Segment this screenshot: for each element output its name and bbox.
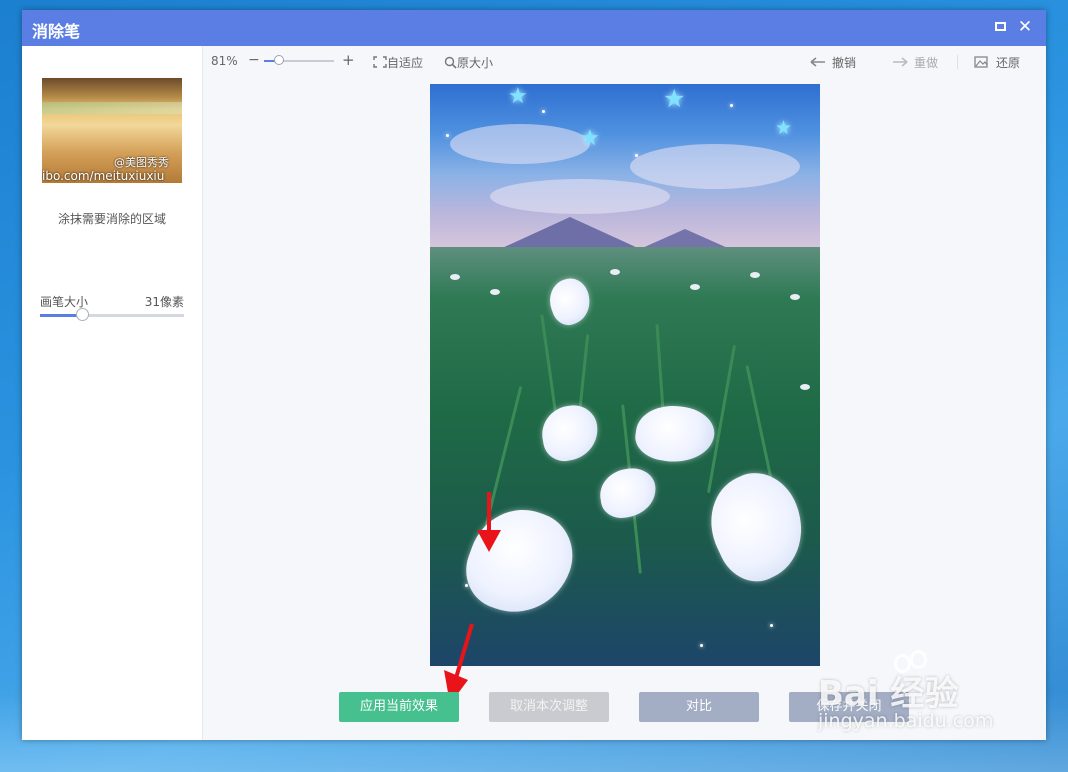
fit-button[interactable]: 自适应 (373, 54, 423, 71)
source-thumbnail: @美图秀秀 ibo.com/meituxiuxiu (42, 78, 182, 183)
star-icon: ★ (775, 117, 793, 139)
photo-distant-lily (610, 269, 620, 275)
watermark-brand: Bai 经验 (818, 674, 959, 714)
thumbnail-watermark-handle: @美图秀秀 (114, 156, 169, 169)
undo-button[interactable]: 撤销 (810, 54, 856, 71)
photo-mountain (500, 217, 640, 249)
left-panel: @美图秀秀 ibo.com/meituxiuxiu 涂抹需要消除的区域 画笔大小… (22, 46, 203, 740)
title-bar[interactable]: 消除笔 ✕ (22, 10, 1046, 46)
zoom-value: 81% (211, 54, 238, 68)
zoom-slider[interactable] (264, 55, 334, 65)
paw-icon (894, 654, 911, 673)
fit-label: 自适应 (387, 56, 424, 70)
zoom-slider-handle[interactable] (274, 55, 285, 65)
photo-sparkle (542, 110, 545, 113)
image-restore-icon (974, 56, 988, 68)
photo-distant-lily (800, 384, 810, 390)
zoom-out-button[interactable]: − (248, 52, 260, 68)
arrow-left-icon (810, 57, 825, 67)
fit-screen-icon (373, 56, 387, 68)
photo-sparkle (730, 104, 733, 107)
redo-button[interactable]: 重做 (892, 54, 938, 71)
original-size-label: 原大小 (457, 56, 494, 70)
photo-sparkle (770, 624, 773, 627)
erase-hint: 涂抹需要消除的区域 (57, 212, 166, 226)
photo-cloud (490, 179, 670, 214)
photo-distant-lily (490, 289, 500, 295)
photo-sparkle (635, 154, 638, 157)
close-icon: ✕ (1017, 17, 1033, 37)
apply-effect-button[interactable]: 应用当前效果 (339, 692, 459, 722)
close-button[interactable]: ✕ (1016, 18, 1034, 36)
original-size-button[interactable]: 原大小 (444, 54, 493, 71)
star-icon: ★ (508, 84, 528, 109)
eraser-pen-window: 消除笔 ✕ @美图秀秀 ibo.com/meituxiuxiu 涂抹需要消除的区… (22, 10, 1046, 740)
watermark-url: jingyan.baidu.com (818, 710, 994, 732)
toolbar-divider (957, 55, 958, 69)
brush-size-slider[interactable] (40, 308, 184, 321)
brush-size-value: 31像素 (144, 295, 184, 309)
photo-cloud (450, 124, 590, 164)
photo-distant-lily (450, 274, 460, 280)
photo-cloud (630, 144, 800, 189)
compare-button[interactable]: 对比 (639, 692, 759, 722)
thumbnail-watermark-url: ibo.com/meituxiuxiu (42, 169, 165, 183)
redo-label: 重做 (914, 56, 939, 70)
cancel-adjustment-button[interactable]: 取消本次调整 (489, 692, 609, 722)
magnifier-icon (444, 56, 457, 69)
brush-size-handle[interactable] (75, 308, 89, 321)
canvas-area: 81% − + 自适应 原大小 撤销 重做 还原 ★ ★ ★ ★ 应用当前效果 … (203, 46, 1046, 740)
restore-label: 还原 (996, 56, 1021, 70)
maximize-icon (995, 22, 1006, 31)
star-icon: ★ (663, 84, 686, 113)
arrow-right-icon (893, 57, 908, 67)
photo-sparkle (446, 134, 449, 137)
paw-icon (910, 650, 927, 669)
editing-canvas-image[interactable]: ★ ★ ★ ★ (430, 84, 820, 666)
star-icon: ★ (580, 126, 600, 151)
annotation-arrow-head-icon (477, 530, 501, 552)
window-title: 消除笔 (32, 22, 81, 41)
photo-distant-lily (790, 294, 800, 300)
canvas-toolbar: 81% − + 自适应 原大小 撤销 重做 还原 (203, 46, 1046, 76)
zoom-in-button[interactable]: + (342, 51, 355, 69)
photo-distant-lily (750, 272, 760, 278)
undo-label: 撤销 (832, 56, 857, 70)
photo-sparkle (465, 584, 468, 587)
photo-mountain (640, 229, 730, 249)
thumbnail-horizon (42, 102, 182, 114)
maximize-button[interactable] (992, 18, 1010, 36)
photo-distant-lily (690, 284, 700, 290)
restore-button[interactable]: 还原 (974, 54, 1020, 71)
photo-sparkle (700, 644, 703, 647)
